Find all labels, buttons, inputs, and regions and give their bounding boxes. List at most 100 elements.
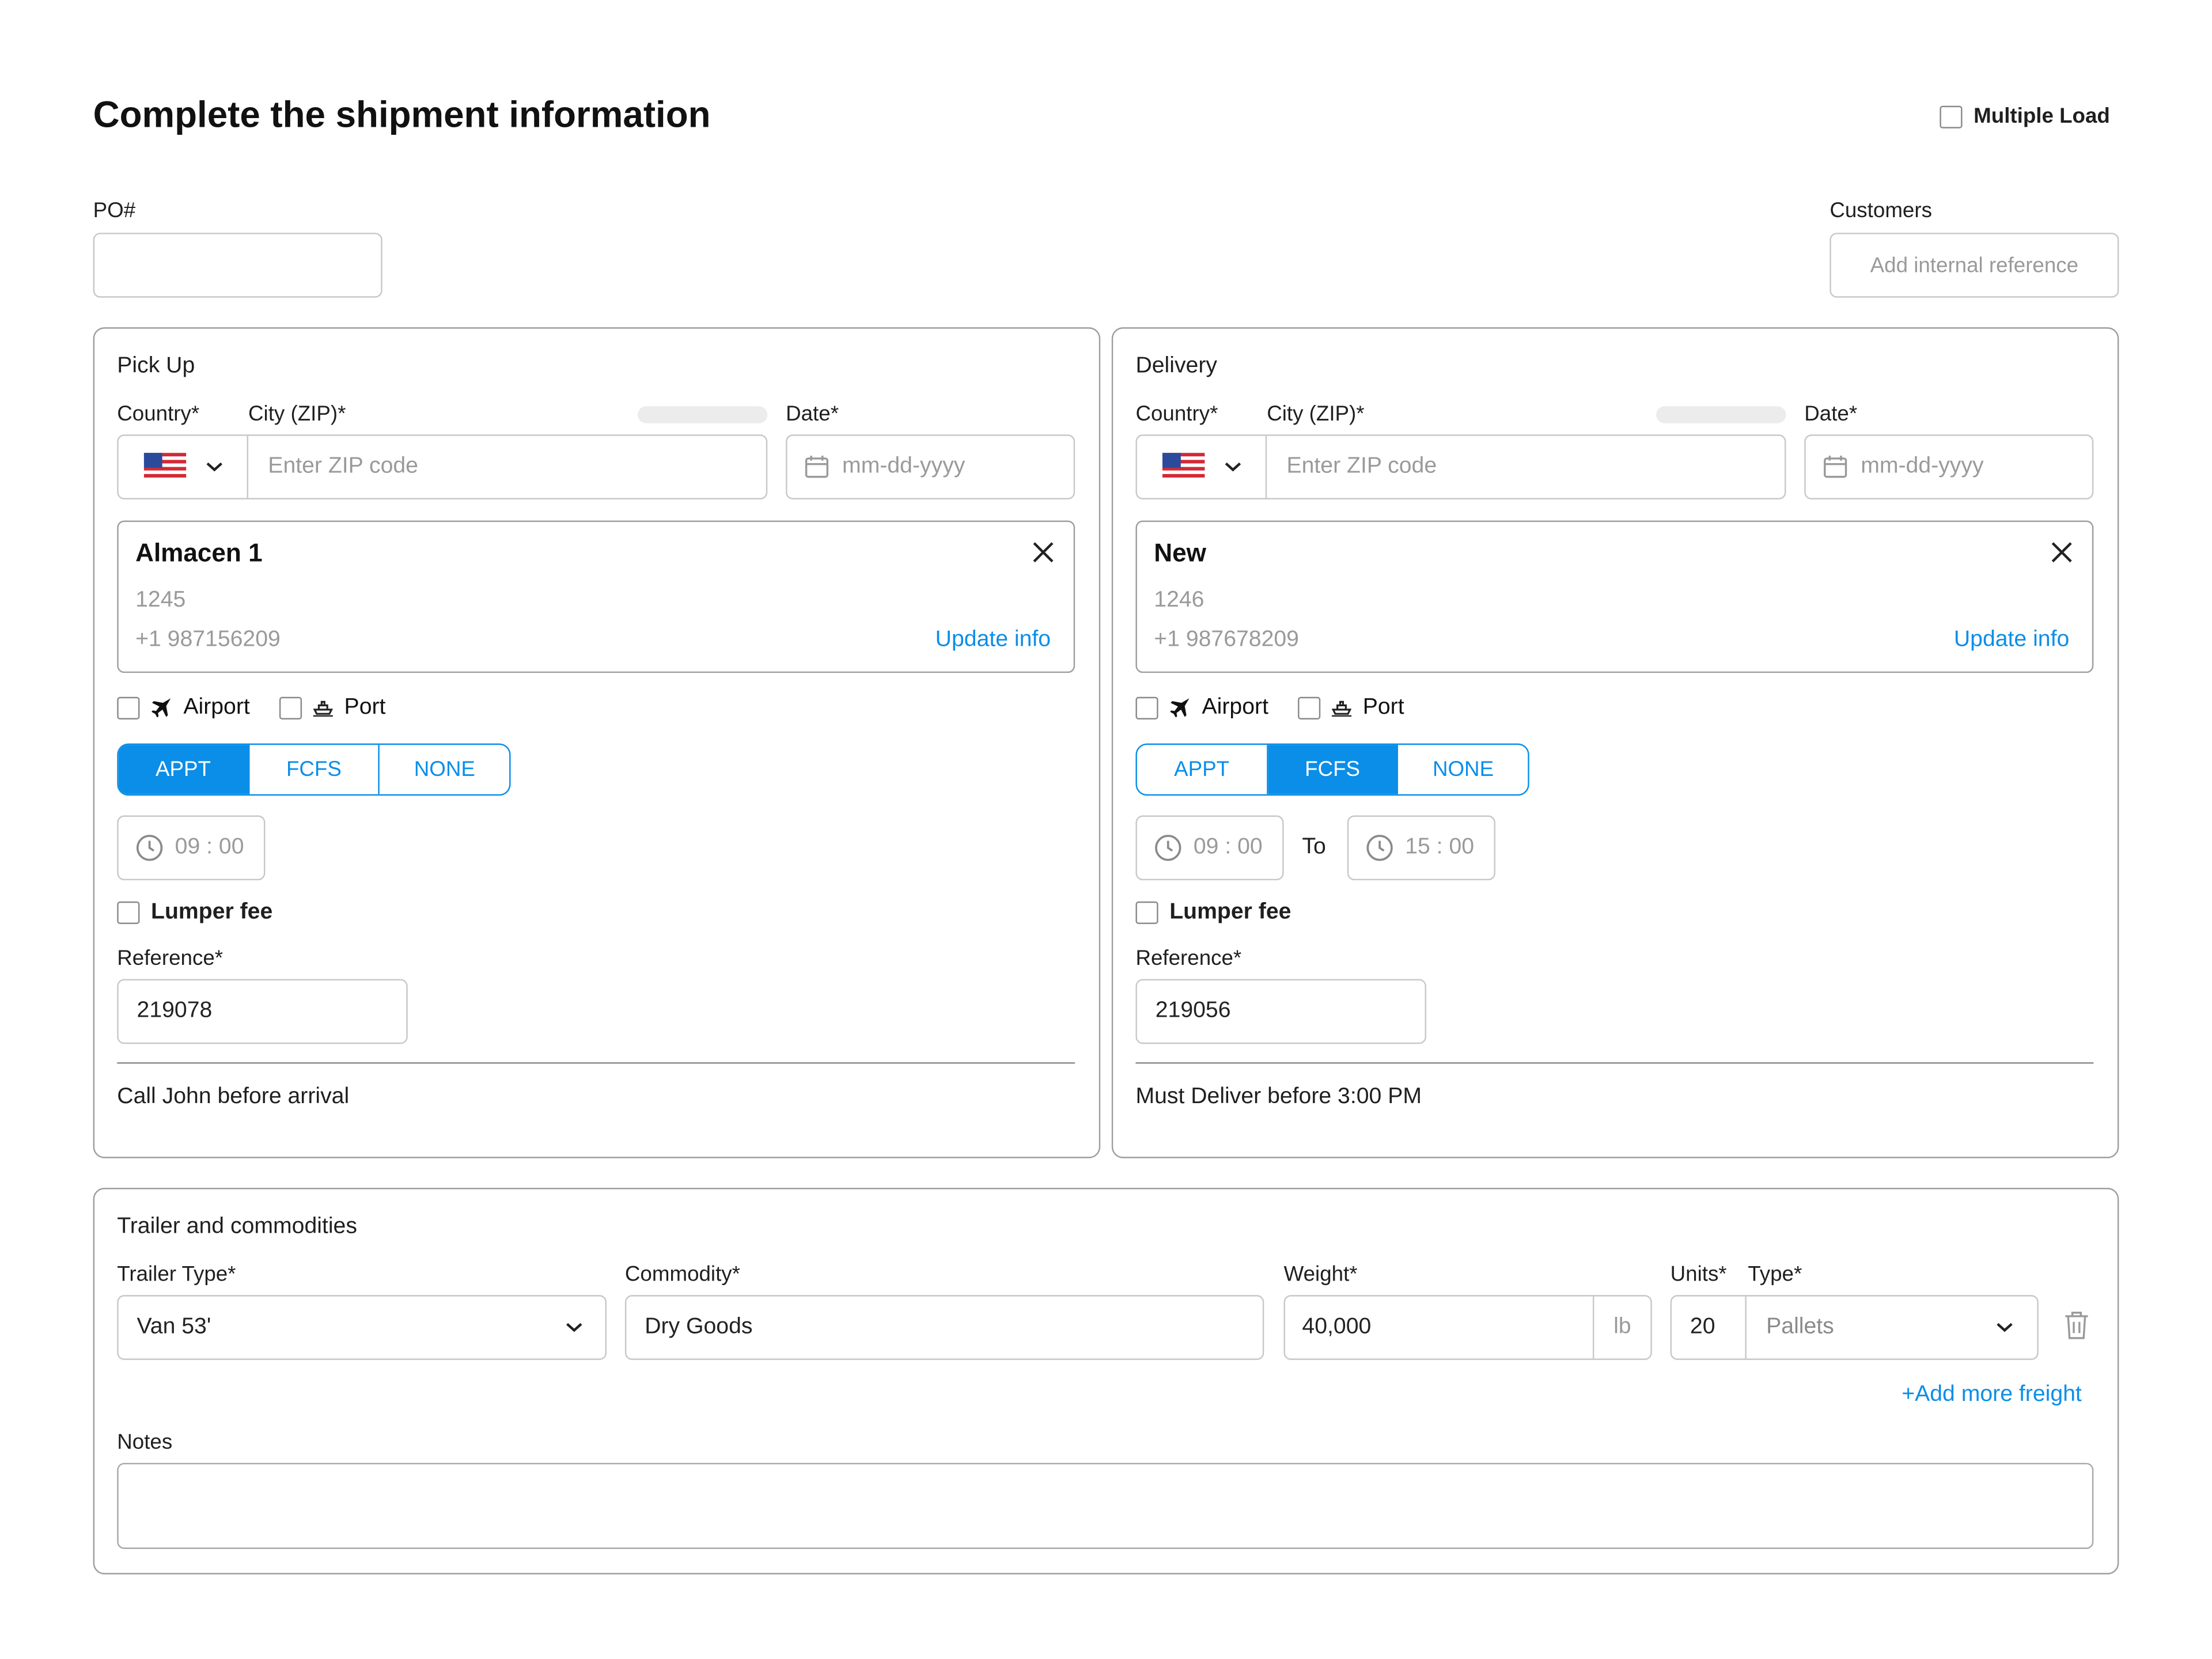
- pickup-lumper-checkbox[interactable]: [117, 901, 140, 925]
- delivery-update-info-link[interactable]: Update info: [1954, 628, 2069, 653]
- delivery-note: Must Deliver before 3:00 PM: [1135, 1085, 1422, 1109]
- trailer-section-label: Trailer and commodities: [117, 1214, 357, 1239]
- delivery-date-label: Date*: [1804, 402, 1858, 426]
- multiple-load-checkbox[interactable]: [1940, 105, 1963, 128]
- delivery-port-label: Port: [1362, 695, 1404, 719]
- clock-icon: [135, 834, 164, 862]
- delivery-zip-input[interactable]: Enter ZIP code: [1286, 436, 1437, 498]
- pickup-mode-fcfs[interactable]: FCFS: [249, 745, 380, 794]
- us-flag-icon: [143, 453, 186, 482]
- pickup-country-select[interactable]: [119, 435, 249, 498]
- pickup-mode-none[interactable]: NONE: [380, 745, 509, 794]
- delivery-port-checkbox[interactable]: [1298, 696, 1321, 719]
- ship-icon: [313, 700, 333, 717]
- clock-icon: [1366, 834, 1394, 862]
- delivery-time-end-input[interactable]: 15 : 00: [1347, 815, 1495, 881]
- pickup-location-code: 1245: [135, 588, 186, 612]
- type-label: Type*: [1748, 1262, 1802, 1287]
- chevron-down-icon: [1224, 461, 1241, 473]
- calendar-icon: [1823, 454, 1848, 480]
- pickup-mode-appt[interactable]: APPT: [118, 745, 249, 794]
- chevron-down-icon: [566, 1322, 582, 1334]
- delivery-lumper-label: Lumper fee: [1169, 900, 1291, 925]
- delivery-location-code: 1246: [1154, 588, 1205, 612]
- delivery-mode-fcfs[interactable]: FCFS: [1267, 745, 1399, 794]
- delivery-country-select[interactable]: [1137, 435, 1267, 498]
- pickup-loading-indicator: [637, 406, 768, 423]
- delivery-airport-label: Airport: [1202, 695, 1268, 719]
- delivery-country-label: Country*: [1135, 402, 1218, 426]
- pickup-reference-input[interactable]: 219078: [117, 979, 408, 1044]
- delivery-section-label: Delivery: [1135, 354, 1217, 378]
- commodity-input[interactable]: Dry Goods: [624, 1295, 1264, 1360]
- pickup-city-label: City (ZIP)*: [248, 402, 346, 426]
- pickup-note: Call John before arrival: [117, 1085, 350, 1109]
- weight-unit: lb: [1592, 1296, 1650, 1359]
- delivery-airport-checkbox[interactable]: [1135, 696, 1158, 719]
- units-label: Units*: [1670, 1262, 1727, 1287]
- pickup-section-label: Pick Up: [117, 354, 195, 378]
- multiple-load-label: Multiple Load: [1974, 104, 2110, 128]
- delivery-airport-option[interactable]: Airport: [1135, 695, 1268, 721]
- po-input[interactable]: [93, 233, 382, 298]
- weight-label: Weight*: [1283, 1262, 1358, 1287]
- pickup-time-input[interactable]: 09 : 00: [117, 815, 266, 881]
- units-type-select[interactable]: Pallets: [1748, 1297, 2037, 1359]
- pickup-zip-input[interactable]: Enter ZIP code: [268, 436, 418, 498]
- pickup-lumper-option[interactable]: Lumper fee: [117, 900, 272, 925]
- add-more-freight-link[interactable]: +Add more freight: [1902, 1382, 2082, 1408]
- delivery-port-option[interactable]: Port: [1298, 695, 1404, 721]
- airplane-icon: [1168, 697, 1191, 719]
- delivery-reference-input[interactable]: 219056: [1135, 979, 1426, 1044]
- pickup-port-checkbox[interactable]: [279, 696, 302, 719]
- customers-label: Customers: [1830, 199, 1932, 223]
- delivery-location-phone: +1 987678209: [1154, 627, 1299, 652]
- weight-input[interactable]: 40,000: [1302, 1297, 1371, 1359]
- customers-input[interactable]: Add internal reference: [1830, 233, 2119, 298]
- delivery-mode-none[interactable]: NONE: [1399, 745, 1528, 794]
- pickup-date-label: Date*: [786, 402, 839, 426]
- calendar-icon: [804, 454, 830, 480]
- pickup-airport-label: Airport: [183, 695, 250, 719]
- delivery-time-to-label: To: [1302, 835, 1326, 859]
- notes-textarea[interactable]: [117, 1463, 2094, 1550]
- notes-label: Notes: [117, 1430, 173, 1455]
- pickup-update-info-link[interactable]: Update info: [935, 628, 1051, 653]
- pickup-date-input[interactable]: mm-dd-yyyy: [786, 434, 1075, 499]
- close-icon[interactable]: [2050, 540, 2074, 565]
- pickup-reference-label: Reference*: [117, 946, 224, 971]
- chevron-down-icon: [205, 461, 222, 473]
- delivery-lumper-checkbox[interactable]: [1135, 901, 1158, 925]
- chevron-down-icon: [1996, 1322, 2013, 1334]
- multiple-load-toggle[interactable]: Multiple Load: [1940, 104, 2110, 128]
- delivery-loading-indicator: [1656, 406, 1786, 423]
- trailer-type-select[interactable]: Van 53': [117, 1295, 607, 1360]
- page-title: Complete the shipment information: [93, 93, 711, 136]
- pickup-location-name: Almacen 1: [135, 539, 263, 567]
- pickup-airport-option[interactable]: Airport: [117, 695, 250, 721]
- po-label: PO#: [93, 199, 136, 223]
- delivery-date-input[interactable]: mm-dd-yyyy: [1804, 434, 2094, 499]
- pickup-port-option[interactable]: Port: [279, 695, 385, 721]
- delivery-lumper-option[interactable]: Lumper fee: [1135, 900, 1291, 925]
- pickup-country-label: Country*: [117, 402, 200, 426]
- delivery-mode-appt[interactable]: APPT: [1137, 745, 1268, 794]
- trailer-type-label: Trailer Type*: [117, 1262, 236, 1287]
- pickup-location-phone: +1 987156209: [135, 627, 281, 652]
- delivery-time-start-input[interactable]: 09 : 00: [1135, 815, 1284, 881]
- pickup-lumper-label: Lumper fee: [151, 900, 273, 925]
- delivery-city-label: City (ZIP)*: [1267, 402, 1365, 426]
- pickup-mode-segmented: APPT FCFS NONE: [117, 743, 511, 796]
- airplane-icon: [150, 697, 172, 719]
- delivery-mode-segmented: APPT FCFS NONE: [1135, 743, 1529, 796]
- units-input[interactable]: 20: [1672, 1296, 1747, 1359]
- ship-icon: [1331, 700, 1352, 717]
- delivery-divider: [1135, 1062, 2094, 1065]
- us-flag-icon: [1161, 453, 1205, 482]
- delivery-location-name: New: [1154, 539, 1206, 567]
- clock-icon: [1154, 834, 1182, 862]
- pickup-divider: [117, 1062, 1075, 1065]
- trash-icon[interactable]: [2064, 1310, 2089, 1340]
- close-icon[interactable]: [1031, 540, 1055, 565]
- pickup-airport-checkbox[interactable]: [117, 696, 140, 719]
